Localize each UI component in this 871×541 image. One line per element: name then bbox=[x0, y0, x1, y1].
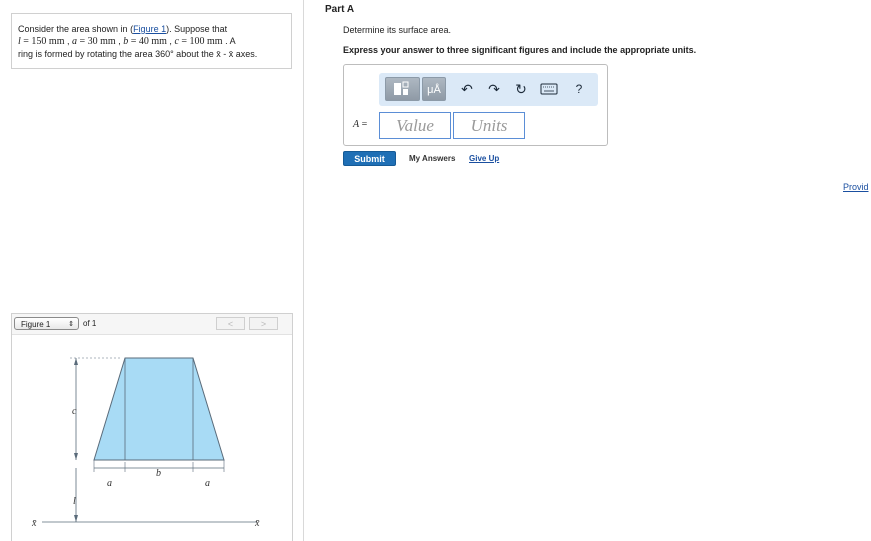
help-button[interactable]: ? bbox=[572, 81, 586, 97]
help-icon: ? bbox=[575, 82, 583, 96]
trapezoid-area bbox=[93, 357, 225, 461]
label-xbar-right: x̄ bbox=[254, 518, 260, 529]
problem-line-2-end: . A bbox=[222, 36, 236, 46]
prev-figure-button[interactable]: < bbox=[216, 317, 245, 330]
value-l: = 150 mm bbox=[20, 36, 65, 47]
answer-instruction: Express your answer to three significant… bbox=[343, 45, 697, 55]
chevron-right-icon: > bbox=[260, 319, 267, 329]
answer-label: A = bbox=[353, 119, 367, 130]
figure-select-label: Figure 1 bbox=[21, 320, 51, 329]
label-c: c bbox=[72, 406, 77, 417]
answer-box: μÅ ↶ ↷ ↻ ? A = Value Units bbox=[343, 64, 608, 146]
label-a-right: a bbox=[205, 478, 210, 489]
undo-icon: ↶ bbox=[461, 81, 473, 97]
units-button[interactable]: μÅ bbox=[422, 77, 446, 101]
label-b: b bbox=[156, 468, 161, 479]
units-label: μÅ bbox=[427, 84, 441, 96]
sep-1: , bbox=[64, 36, 72, 46]
submit-button[interactable]: Submit bbox=[343, 151, 396, 166]
value-input[interactable]: Value bbox=[379, 112, 451, 139]
chevron-left-icon: < bbox=[227, 319, 234, 329]
problem-statement: Consider the area shown in (Figure 1). S… bbox=[11, 13, 292, 69]
template-icon bbox=[394, 81, 409, 95]
problem-line-2: l = 150 mm , a = 30 mm , b = 40 mm , c =… bbox=[18, 35, 291, 48]
problem-line-3: ring is formed by rotating the area 360°… bbox=[18, 49, 258, 59]
keyboard-button[interactable] bbox=[539, 81, 559, 97]
redo-button[interactable]: ↷ bbox=[486, 81, 502, 97]
part-title: Part A bbox=[325, 4, 355, 15]
submit-label: Submit bbox=[354, 154, 385, 164]
keyboard-icon bbox=[540, 83, 558, 95]
arrow-down-l-icon bbox=[74, 515, 78, 522]
problem-intro-end: ). Suppose that bbox=[166, 24, 228, 34]
reset-button[interactable]: ↻ bbox=[513, 81, 529, 97]
arrow-up-icon bbox=[74, 358, 78, 365]
provide-feedback-link[interactable]: Provid bbox=[843, 182, 869, 192]
problem-intro-text: Consider the area shown in ( bbox=[18, 24, 134, 34]
question-text: Determine its surface area. bbox=[343, 25, 452, 35]
redo-icon: ↷ bbox=[488, 81, 500, 97]
value-a: = 30 mm bbox=[77, 36, 116, 47]
math-toolbar: μÅ ↶ ↷ ↻ ? bbox=[379, 73, 598, 106]
left-column: Consider the area shown in (Figure 1). S… bbox=[0, 0, 304, 541]
undo-button[interactable]: ↶ bbox=[459, 81, 475, 97]
value-c: = 100 mm bbox=[178, 36, 223, 47]
label-xbar-left: x̄ bbox=[31, 518, 37, 529]
figure-panel: Figure 1 ⇕ of 1 < > c b a a l x̄ x̄ bbox=[11, 313, 293, 541]
label-l: l bbox=[73, 496, 76, 507]
figure-link[interactable]: Figure 1 bbox=[133, 24, 166, 34]
reset-icon: ↻ bbox=[515, 81, 527, 97]
value-placeholder: Value bbox=[396, 116, 434, 135]
figure-diagram: c b a a l x̄ x̄ bbox=[31, 357, 260, 529]
units-input[interactable]: Units bbox=[453, 112, 525, 139]
template-button[interactable] bbox=[385, 77, 420, 101]
units-placeholder: Units bbox=[470, 116, 508, 135]
select-arrows-icon: ⇕ bbox=[68, 321, 74, 328]
arrow-down-icon bbox=[74, 453, 78, 460]
next-figure-button[interactable]: > bbox=[249, 317, 278, 330]
figure-count: of 1 bbox=[83, 319, 97, 328]
label-a-left: a bbox=[107, 478, 112, 489]
value-b: = 40 mm bbox=[128, 36, 167, 47]
problem-line-1: Consider the area shown in (Figure 1). S… bbox=[18, 23, 291, 35]
figure-toolbar: Figure 1 ⇕ of 1 < > bbox=[12, 314, 292, 335]
answer-equals: = bbox=[359, 119, 368, 130]
my-answers-link[interactable]: My Answers bbox=[409, 154, 455, 163]
give-up-link[interactable]: Give Up bbox=[469, 154, 499, 163]
figure-select[interactable]: Figure 1 ⇕ bbox=[14, 317, 79, 330]
